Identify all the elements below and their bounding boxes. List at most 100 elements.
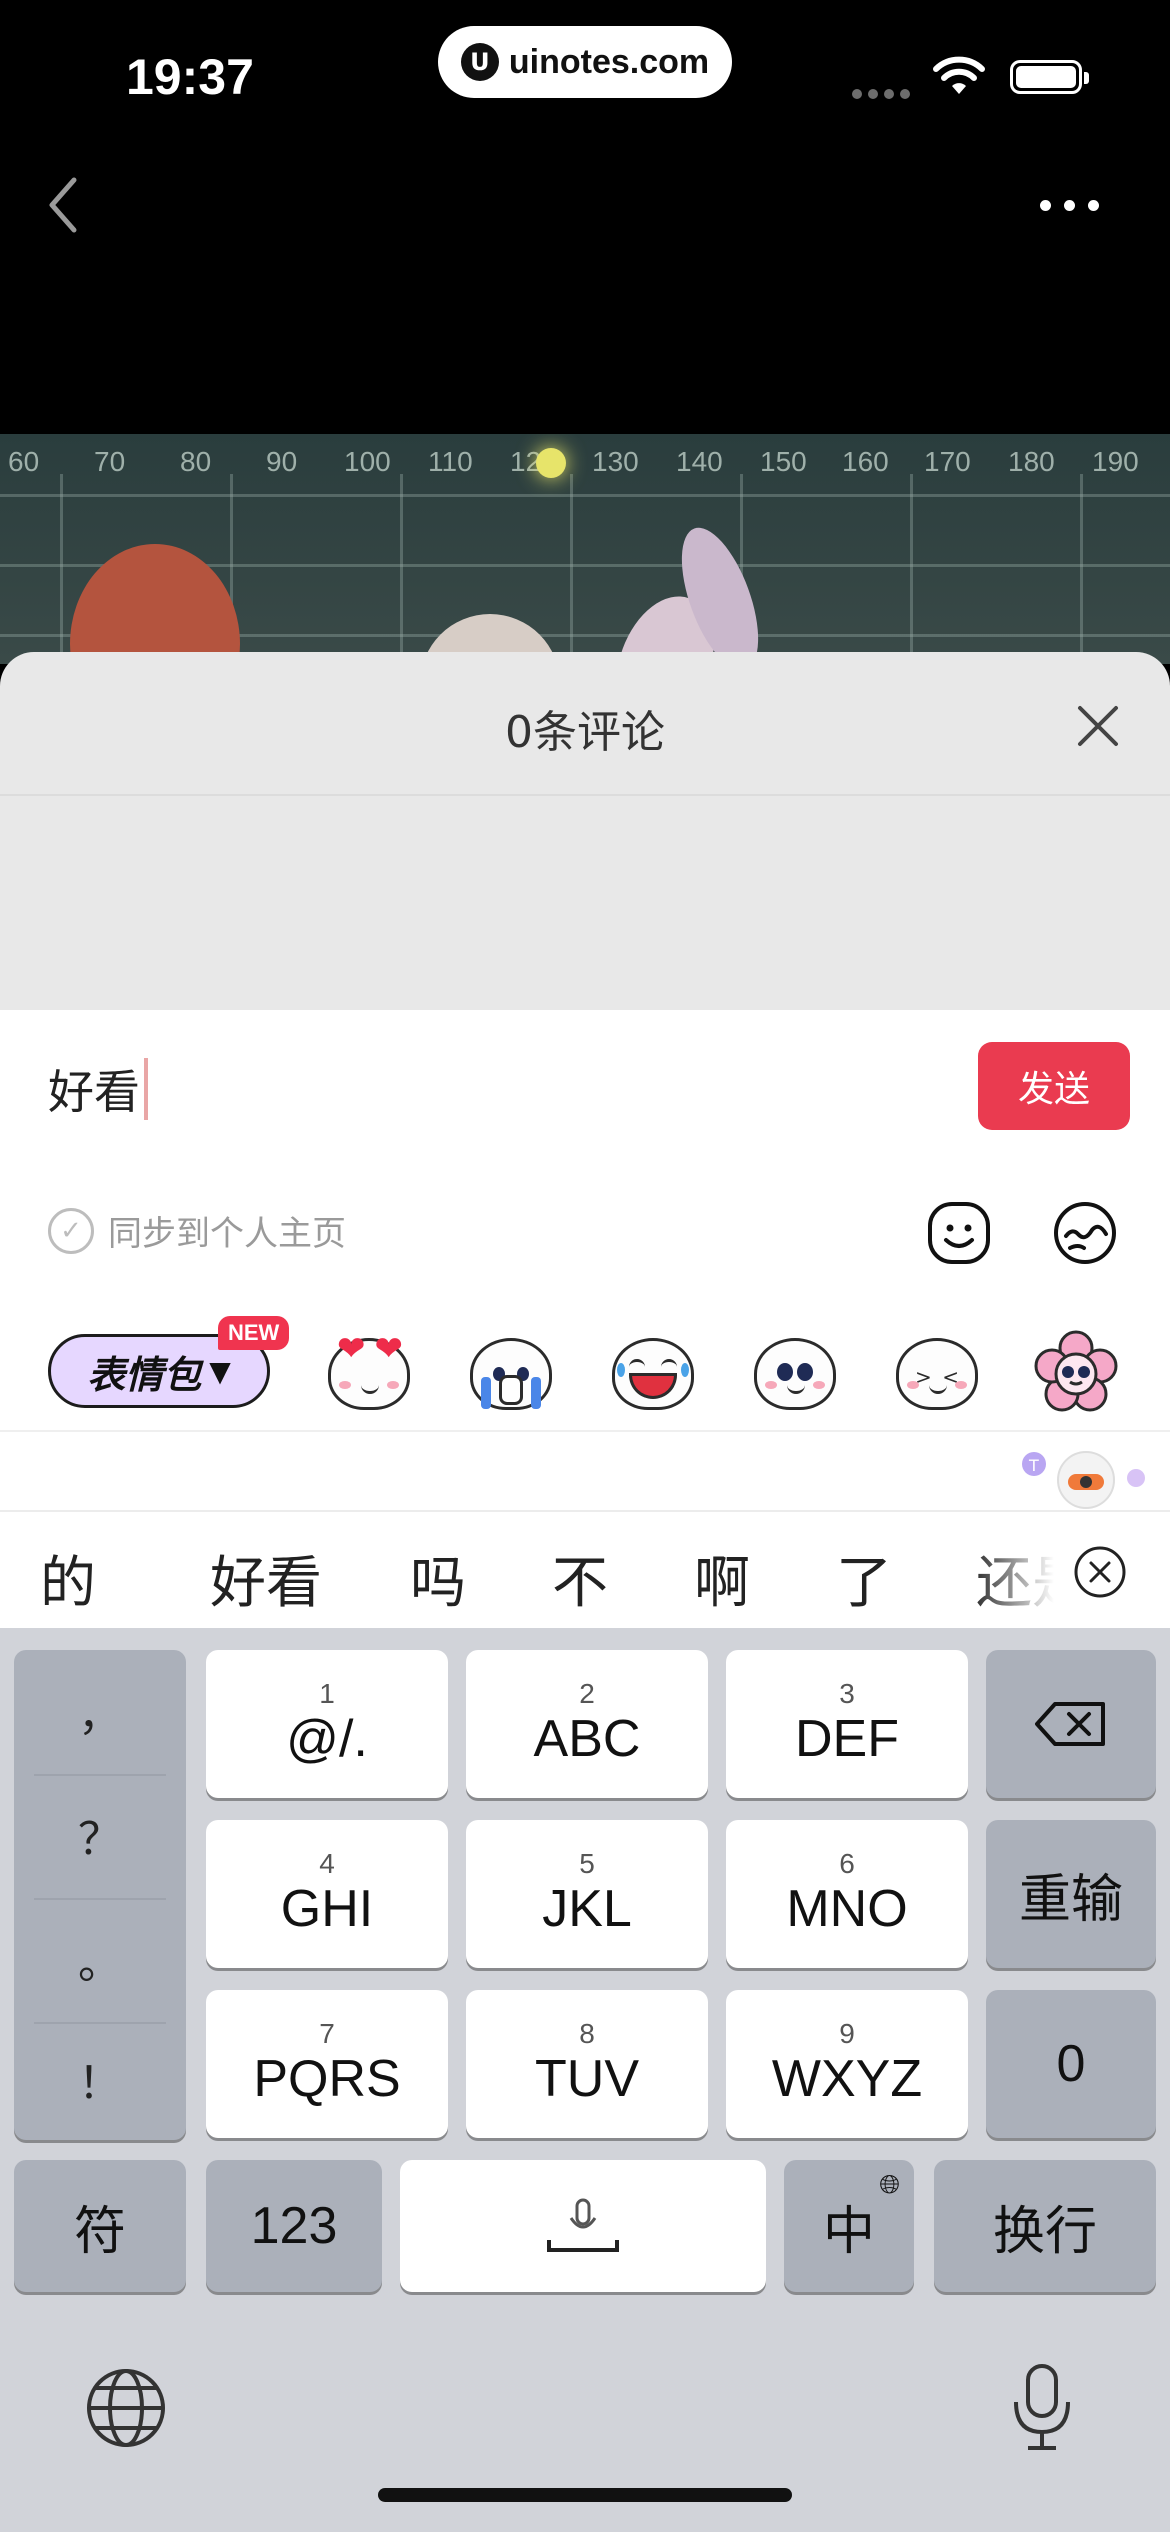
- candidate-item[interactable]: 好看: [210, 1538, 322, 1619]
- key-label: MNO: [786, 1880, 908, 1938]
- ruler-tick: 90: [266, 446, 298, 477]
- battery-icon: [1010, 60, 1089, 94]
- sync-toggle[interactable]: ✓ 同步到个人主页: [48, 1206, 346, 1255]
- url-pill[interactable]: U uinotes.com: [438, 26, 732, 98]
- backspace-key[interactable]: [986, 1650, 1156, 1798]
- candidate-item[interactable]: 啊: [694, 1538, 750, 1619]
- comment-input[interactable]: 好看: [48, 1056, 148, 1122]
- text-caret: [144, 1058, 148, 1120]
- symbols-key[interactable]: 符: [14, 2160, 186, 2292]
- key-number: 9: [839, 2018, 855, 2049]
- key-4[interactable]: 4 GHI: [206, 1820, 448, 1968]
- sticker-smile[interactable]: [754, 1338, 836, 1410]
- ime-candidate-bar: 的 好看 吗 不 啊 了 还是: [0, 1510, 1170, 1630]
- key-label: 重输: [1018, 1869, 1123, 1930]
- mic-icon[interactable]: [1008, 2362, 1076, 2454]
- key-label: @/.: [286, 1710, 368, 1768]
- key-5[interactable]: 5 JKL: [466, 1820, 708, 1968]
- key-label: TUV: [535, 2050, 639, 2108]
- punct-key[interactable]: ？: [14, 1774, 186, 1896]
- divider: [0, 1430, 1170, 1432]
- candidate-item[interactable]: 的: [40, 1538, 96, 1619]
- key-label: WXYZ: [771, 2050, 923, 2108]
- key-label: ABC: [533, 1710, 641, 1768]
- candidate-item[interactable]: 了: [836, 1538, 892, 1619]
- sheet-title: 0条评论: [505, 707, 665, 758]
- key-number: 5: [579, 1848, 595, 1879]
- key-2[interactable]: 2 ABC: [466, 1650, 708, 1798]
- candidate-item[interactable]: 吗: [410, 1538, 466, 1619]
- sticker-flower[interactable]: [1034, 1330, 1118, 1414]
- ruler-tick: 170: [924, 446, 971, 477]
- ruler-tick: 180: [1008, 446, 1055, 477]
- keyboard: ， ？ 。 ！ 1 @/. 2 ABC 3 DEF 4 GHI 5 JKL 6 …: [0, 1628, 1170, 2532]
- key-label: GHI: [280, 1880, 374, 1938]
- punctuation-column: ， ？ 。 ！: [14, 1650, 186, 2140]
- key-number: 7: [319, 2018, 335, 2049]
- key-number: 6: [839, 1848, 855, 1879]
- space-key[interactable]: [400, 2160, 766, 2292]
- close-candidates-icon[interactable]: [1072, 1544, 1128, 1600]
- numbers-key[interactable]: 123: [206, 2160, 382, 2292]
- sticker-crying[interactable]: [470, 1338, 552, 1410]
- sticker-row: 表情包 ▼ NEW ❤ ❤ > <: [0, 1300, 1170, 1412]
- status-bar: 19:37 U uinotes.com: [0, 0, 1170, 140]
- ruler-tick: 70: [94, 446, 126, 477]
- key-9[interactable]: 9 WXYZ: [726, 1990, 968, 2138]
- close-icon[interactable]: [1070, 698, 1126, 754]
- key-8[interactable]: 8 TUV: [466, 1990, 708, 2138]
- key-number: 2: [579, 1678, 595, 1709]
- sticker-heart-eyes[interactable]: ❤ ❤: [328, 1329, 410, 1410]
- status-time: 19:37: [126, 49, 254, 105]
- key-number: 1: [319, 1678, 335, 1709]
- newline-key[interactable]: 换行: [934, 2160, 1156, 2292]
- key-label: DEF: [795, 1710, 899, 1768]
- key-label: JKL: [542, 1880, 632, 1938]
- key-7[interactable]: 7 PQRS: [206, 1990, 448, 2138]
- key-1[interactable]: 1 @/.: [206, 1650, 448, 1798]
- key-number: 8: [579, 2018, 595, 2049]
- sticker-laughing[interactable]: [612, 1338, 694, 1410]
- wifi-icon: [933, 56, 985, 94]
- globe-icon[interactable]: [84, 2366, 168, 2450]
- home-indicator[interactable]: [378, 2488, 792, 2502]
- emoji-icon[interactable]: [926, 1200, 992, 1266]
- key-label: 换行: [992, 2201, 1097, 2262]
- more-icon[interactable]: [1040, 196, 1112, 215]
- reenter-key[interactable]: 重输: [986, 1820, 1156, 1968]
- key-number: 3: [839, 1678, 855, 1709]
- check-circle-icon: ✓: [48, 1207, 94, 1254]
- key-6[interactable]: 6 MNO: [726, 1820, 968, 1968]
- space-mic-icon: [547, 2198, 619, 2252]
- ruler-tick: 160: [842, 446, 889, 477]
- key-3[interactable]: 3 DEF: [726, 1650, 968, 1798]
- sticker-face-icon[interactable]: [1052, 1200, 1118, 1266]
- key-number: 4: [319, 1848, 335, 1879]
- ai-assistant-icon[interactable]: T: [1020, 1442, 1150, 1512]
- punct-key[interactable]: ，: [14, 1650, 186, 1772]
- key-label: 123: [250, 2197, 338, 2255]
- key-label: 0: [1056, 2035, 1086, 2093]
- divider: [0, 794, 1170, 796]
- back-icon[interactable]: [40, 170, 90, 240]
- language-key[interactable]: 中 🌐︎: [784, 2160, 914, 2292]
- video-ruler: 60 70 80 90 100 110 120 130 140 150 160 …: [0, 446, 1170, 486]
- sync-label: 同步到个人主页: [108, 1214, 346, 1254]
- candidate-item[interactable]: 不: [552, 1538, 608, 1619]
- send-button[interactable]: 发送: [978, 1042, 1130, 1130]
- ruler-tick: 60: [8, 446, 40, 477]
- punct-key[interactable]: ！: [14, 2018, 186, 2140]
- comment-input-value: 好看: [48, 1065, 140, 1119]
- sticker-wink[interactable]: > <: [896, 1338, 978, 1410]
- signal-icon: [852, 84, 916, 103]
- video-object: [70, 544, 240, 664]
- key-0[interactable]: 0: [986, 1990, 1156, 2138]
- ruler-tick: 100: [344, 446, 391, 477]
- svg-text:T: T: [1028, 1456, 1039, 1475]
- ruler-tick: 150: [760, 446, 807, 477]
- key-label: 中: [822, 2201, 875, 2262]
- comment-composer: 好看 发送 ✓ 同步到个人主页 表情包 ▼ NEW ❤ ❤ > < T: [0, 1010, 1170, 1510]
- punct-key[interactable]: 。: [14, 1898, 186, 2020]
- backspace-icon: [1035, 1702, 1105, 1746]
- video-player[interactable]: 60 70 80 90 100 110 120 130 140 150 160 …: [0, 434, 1170, 664]
